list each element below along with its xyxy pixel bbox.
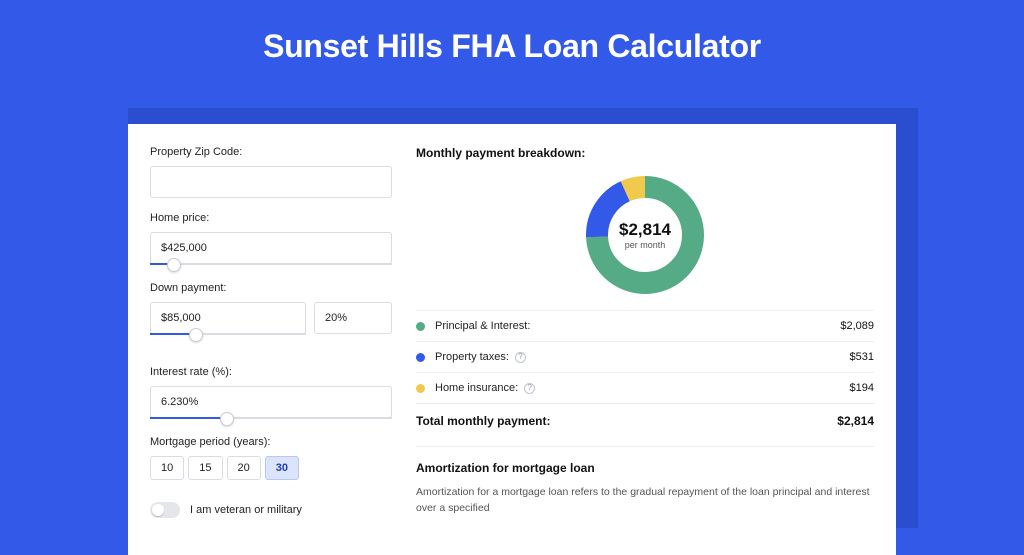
- veteran-toggle[interactable]: [150, 502, 180, 518]
- down-payment-slider-fill: [150, 333, 194, 335]
- down-payment-pct-input[interactable]: [314, 302, 392, 334]
- legend-val-taxes: $531: [850, 351, 874, 363]
- interest-slider-track: [227, 417, 392, 419]
- down-payment-slider-track: [194, 333, 306, 335]
- legend-dot-blue: [416, 353, 425, 362]
- period-btn-20[interactable]: 20: [227, 456, 261, 480]
- total-value: $2,814: [837, 414, 874, 428]
- amortization-title: Amortization for mortgage loan: [416, 461, 874, 475]
- interest-input[interactable]: [150, 386, 392, 418]
- veteran-label: I am veteran or military: [190, 504, 302, 516]
- zip-field-group: Property Zip Code:: [150, 146, 392, 198]
- interest-label: Interest rate (%):: [150, 366, 392, 378]
- legend-label-insurance: Home insurance: ?: [435, 382, 850, 394]
- legend-label-taxes-text: Property taxes:: [435, 351, 509, 363]
- calculator-card: Property Zip Code: Home price: Down paym…: [128, 124, 896, 555]
- legend-dot-green: [416, 322, 425, 331]
- breakdown-title: Monthly payment breakdown:: [416, 146, 874, 160]
- donut-center: $2,814 per month: [584, 174, 706, 296]
- amortization-panel: Amortization for mortgage loan Amortizat…: [416, 446, 874, 517]
- total-label: Total monthly payment:: [416, 414, 837, 428]
- period-btn-10[interactable]: 10: [150, 456, 184, 480]
- donut-subtext: per month: [625, 240, 666, 250]
- veteran-toggle-knob: [152, 504, 164, 516]
- home-price-field-group: Home price:: [150, 212, 392, 264]
- legend-label-insurance-text: Home insurance:: [435, 382, 518, 394]
- form-column: Property Zip Code: Home price: Down paym…: [150, 146, 392, 533]
- interest-slider-fill: [150, 417, 227, 419]
- down-payment-input[interactable]: [150, 302, 306, 334]
- legend-label-principal: Principal & Interest:: [435, 320, 840, 332]
- breakdown-column: Monthly payment breakdown: $2,814 per mo…: [416, 146, 874, 533]
- zip-input[interactable]: [150, 166, 392, 198]
- period-label: Mortgage period (years):: [150, 436, 392, 448]
- home-price-slider-track: [174, 263, 392, 265]
- period-field-group: Mortgage period (years): 10 15 20 30: [150, 436, 392, 480]
- legend-row-taxes: Property taxes: ? $531: [416, 341, 874, 372]
- home-price-input[interactable]: [150, 232, 392, 264]
- legend-row-insurance: Home insurance: ? $194: [416, 372, 874, 403]
- interest-slider-thumb[interactable]: [220, 412, 234, 426]
- interest-field-group: Interest rate (%):: [150, 366, 392, 418]
- period-btn-15[interactable]: 15: [188, 456, 222, 480]
- legend-val-principal: $2,089: [840, 320, 874, 332]
- donut-amount: $2,814: [619, 220, 671, 240]
- home-price-slider-thumb[interactable]: [167, 258, 181, 272]
- zip-label: Property Zip Code:: [150, 146, 392, 158]
- donut-chart-wrap: $2,814 per month: [416, 170, 874, 310]
- legend-row-principal: Principal & Interest: $2,089: [416, 310, 874, 341]
- info-icon[interactable]: ?: [515, 352, 526, 363]
- page-title: Sunset Hills FHA Loan Calculator: [0, 0, 1024, 83]
- down-payment-field-group: Down payment:: [150, 282, 392, 352]
- legend-label-taxes: Property taxes: ?: [435, 351, 850, 363]
- veteran-toggle-row: I am veteran or military: [150, 502, 392, 518]
- home-price-label: Home price:: [150, 212, 392, 224]
- total-row: Total monthly payment: $2,814: [416, 403, 874, 430]
- period-btn-30[interactable]: 30: [265, 456, 299, 480]
- info-icon[interactable]: ?: [524, 383, 535, 394]
- down-payment-slider-thumb[interactable]: [189, 328, 203, 342]
- breakdown-panel: Monthly payment breakdown: $2,814 per mo…: [416, 146, 874, 430]
- period-options: 10 15 20 30: [150, 456, 392, 480]
- legend-dot-yellow: [416, 384, 425, 393]
- donut-chart: $2,814 per month: [584, 174, 706, 296]
- legend-val-insurance: $194: [850, 382, 874, 394]
- down-payment-label: Down payment:: [150, 282, 392, 294]
